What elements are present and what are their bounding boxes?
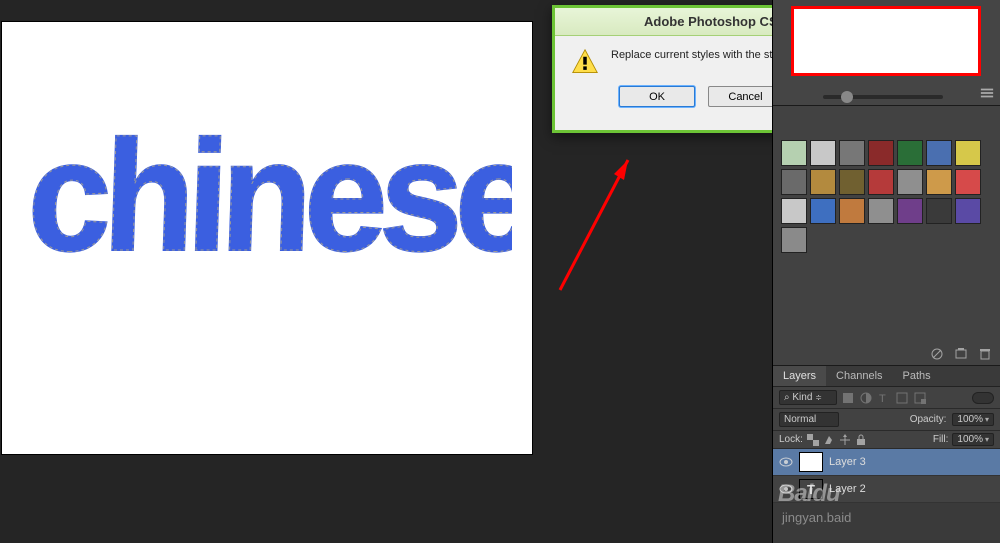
filter-toggle[interactable] (972, 392, 994, 404)
no-style-icon[interactable] (930, 347, 944, 361)
kind-label: Kind (792, 392, 812, 403)
lock-transparency-icon[interactable] (807, 434, 819, 446)
document-canvas[interactable]: chinese chinese (2, 22, 532, 454)
layer-name: Layer 3 (829, 456, 866, 468)
watermark-logo: Baidu (778, 480, 840, 508)
style-swatch[interactable] (897, 169, 923, 195)
warning-icon (571, 48, 599, 76)
style-swatch[interactable] (839, 169, 865, 195)
lock-all-icon[interactable] (855, 434, 867, 446)
style-swatch[interactable] (955, 198, 981, 224)
style-swatch[interactable] (897, 198, 923, 224)
lock-label: Lock: (779, 434, 803, 445)
style-swatch[interactable] (781, 169, 807, 195)
delete-style-icon[interactable] (978, 347, 992, 361)
panel-menu-icon[interactable] (980, 86, 994, 100)
style-swatch[interactable] (926, 198, 952, 224)
style-swatch[interactable] (839, 198, 865, 224)
style-swatch[interactable] (868, 169, 894, 195)
fill-label: Fill: (933, 434, 949, 445)
right-panel-group: Layers Channels Paths ⌕ Kind ≑ T Normal … (772, 0, 1000, 543)
kind-filter-select[interactable]: ⌕ Kind ≑ (779, 390, 837, 405)
style-swatch[interactable] (926, 169, 952, 195)
style-swatch[interactable] (810, 198, 836, 224)
styles-swatch-grid (781, 140, 992, 253)
style-swatch[interactable] (868, 140, 894, 166)
filter-type-icon[interactable]: T (877, 391, 891, 405)
style-swatch[interactable] (810, 169, 836, 195)
style-swatch[interactable] (781, 198, 807, 224)
new-style-icon[interactable] (954, 347, 968, 361)
lock-position-icon[interactable] (839, 434, 851, 446)
style-swatch[interactable] (781, 140, 807, 166)
lock-pixels-icon[interactable] (823, 434, 835, 446)
filter-shape-icon[interactable] (895, 391, 909, 405)
navigator-panel (773, 0, 1000, 106)
style-swatch[interactable] (897, 140, 923, 166)
panel-tabs: Layers Channels Paths (773, 366, 1000, 387)
ok-button[interactable]: OK (619, 86, 695, 107)
layer-row[interactable]: Layer 3 (773, 449, 1000, 476)
zoom-slider[interactable] (823, 95, 943, 99)
opacity-label: Opacity: (910, 414, 947, 425)
style-swatch[interactable] (955, 169, 981, 195)
style-swatch[interactable] (926, 140, 952, 166)
style-swatch[interactable] (868, 198, 894, 224)
opacity-value[interactable]: 100% (952, 413, 994, 426)
style-swatch[interactable] (810, 140, 836, 166)
blend-mode-select[interactable]: Normal (779, 412, 839, 427)
watermark-sub: jingyan.baid (782, 510, 851, 525)
fill-value[interactable]: 100% (952, 433, 994, 446)
svg-text:T: T (879, 393, 886, 405)
artwork-selection[interactable]: chinese chinese (32, 82, 512, 302)
tab-paths[interactable]: Paths (893, 366, 941, 386)
style-swatch[interactable] (955, 140, 981, 166)
tab-channels[interactable]: Channels (826, 366, 892, 386)
tab-layers[interactable]: Layers (773, 366, 826, 386)
search-glyph: ⌕ (784, 392, 790, 403)
annotation-arrow (540, 140, 650, 300)
style-swatch[interactable] (781, 227, 807, 253)
layer-thumbnail (799, 452, 823, 472)
filter-smartobject-icon[interactable] (913, 391, 927, 405)
filter-pixel-icon[interactable] (841, 391, 855, 405)
svg-text:chinese: chinese (32, 108, 512, 284)
filter-adjustment-icon[interactable] (859, 391, 873, 405)
styles-panel (773, 106, 1000, 366)
style-swatch[interactable] (839, 140, 865, 166)
visibility-icon[interactable] (779, 455, 793, 469)
navigator-thumbnail[interactable] (791, 6, 981, 76)
